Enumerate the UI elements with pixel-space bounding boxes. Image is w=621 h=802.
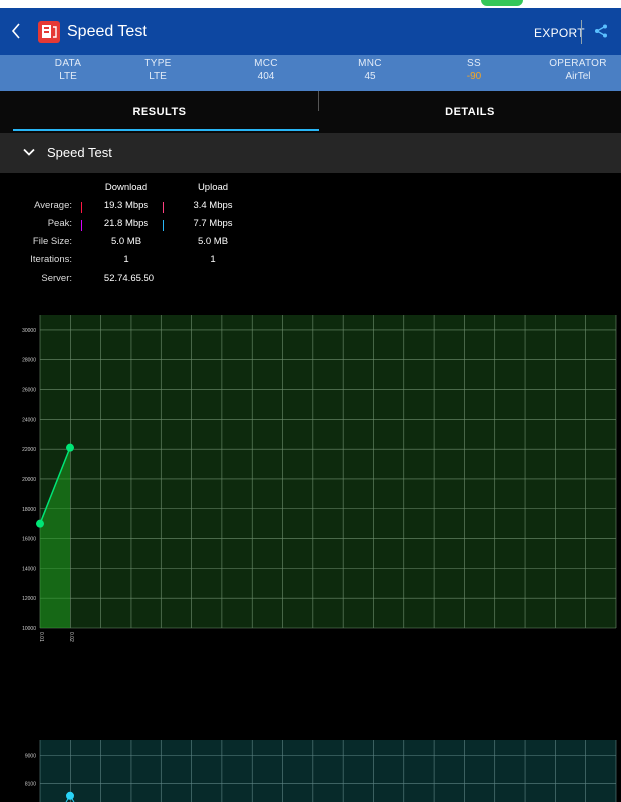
upload-average-marker: [163, 202, 164, 213]
stats-row-peak: Peak: 21.8 Mbps 7.7 Mbps: [47, 218, 233, 231]
info-mcc: MCC 404: [254, 58, 278, 82]
y-tick-label: 30000: [22, 328, 36, 334]
y-tick-label: 20000: [22, 477, 36, 483]
stats-row-average: Average: 19.3 Mbps 3.4 Mbps: [34, 200, 233, 213]
chevron-down-icon: [23, 148, 35, 156]
download-peak-marker: [81, 220, 82, 231]
info-data: DATA LTE: [54, 58, 82, 82]
status-bar: [0, 0, 621, 8]
status-indicator: [481, 0, 523, 6]
nav-divider: [581, 20, 582, 44]
selected-tab-indicator: [13, 129, 319, 131]
x-tick-label: 0.02: [68, 632, 74, 642]
info-operator: OPERATOR AirTel: [549, 58, 607, 82]
y-tick-label: 26000: [22, 388, 36, 394]
back-button[interactable]: [9, 21, 25, 41]
download-speed-chart: 10000 12000 14000 16000 18000 20000 22000 24000…: [22, 315, 617, 642]
data-point: [66, 791, 74, 800]
tab-results[interactable]: RESULTS: [0, 91, 319, 133]
share-button[interactable]: [593, 23, 609, 39]
speed-test-app-icon: [38, 21, 60, 43]
stats-header-row: Download Upload: [0, 182, 300, 196]
data-point: [66, 443, 74, 452]
info-type: TYPE LTE: [144, 58, 172, 82]
section-title: Speed Test: [47, 145, 112, 160]
download-header: Download: [104, 182, 148, 193]
x-tick-label: 0.01: [38, 632, 44, 642]
stats-row-server: Server: 52.74.65.50: [41, 273, 155, 284]
stats-row-iterations: Iterations: 1 1: [30, 254, 216, 265]
tab-details[interactable]: DETAILS: [319, 91, 621, 133]
y-tick-label: 14000: [22, 566, 36, 572]
export-button[interactable]: EXPORT: [534, 26, 585, 40]
plot-area: [40, 315, 616, 628]
upload-header: Upload: [197, 182, 229, 193]
upload-speed-chart: 8100 9000: [25, 740, 617, 802]
upload-peak-marker: [163, 220, 164, 231]
y-tick-label: 10000: [22, 626, 36, 632]
y-tick-label: 28000: [22, 358, 36, 364]
y-tick-label: 22000: [22, 447, 36, 453]
plot-area: [40, 740, 616, 802]
info-mnc: MNC 45: [358, 58, 382, 82]
y-tick-label: 9000: [25, 754, 36, 760]
y-tick-label: 18000: [22, 507, 36, 513]
share-icon: [595, 24, 607, 38]
data-point: [36, 519, 44, 528]
network-info-bar: DATA LTE TYPE LTE MCC 404 MNC 45 SS -90 …: [0, 55, 621, 91]
tab-bar: RESULTS DETAILS: [0, 91, 621, 133]
y-tick-label: 16000: [22, 537, 36, 543]
download-average-marker: [81, 202, 82, 213]
tab-divider: [318, 91, 319, 111]
nav-bar: Speed Test EXPORT: [0, 8, 621, 55]
info-ss: SS -90: [466, 58, 482, 82]
y-tick-label: 12000: [22, 596, 36, 602]
y-tick-label: 8100: [25, 781, 36, 787]
page-title: Speed Test: [67, 23, 147, 40]
chevron-left-icon: [11, 23, 20, 39]
y-tick-label: 24000: [22, 417, 36, 423]
speed-test-section-header[interactable]: Speed Test: [0, 133, 621, 173]
stats-row-file-size: File Size: 5.0 MB 5.0 MB: [32, 236, 229, 247]
